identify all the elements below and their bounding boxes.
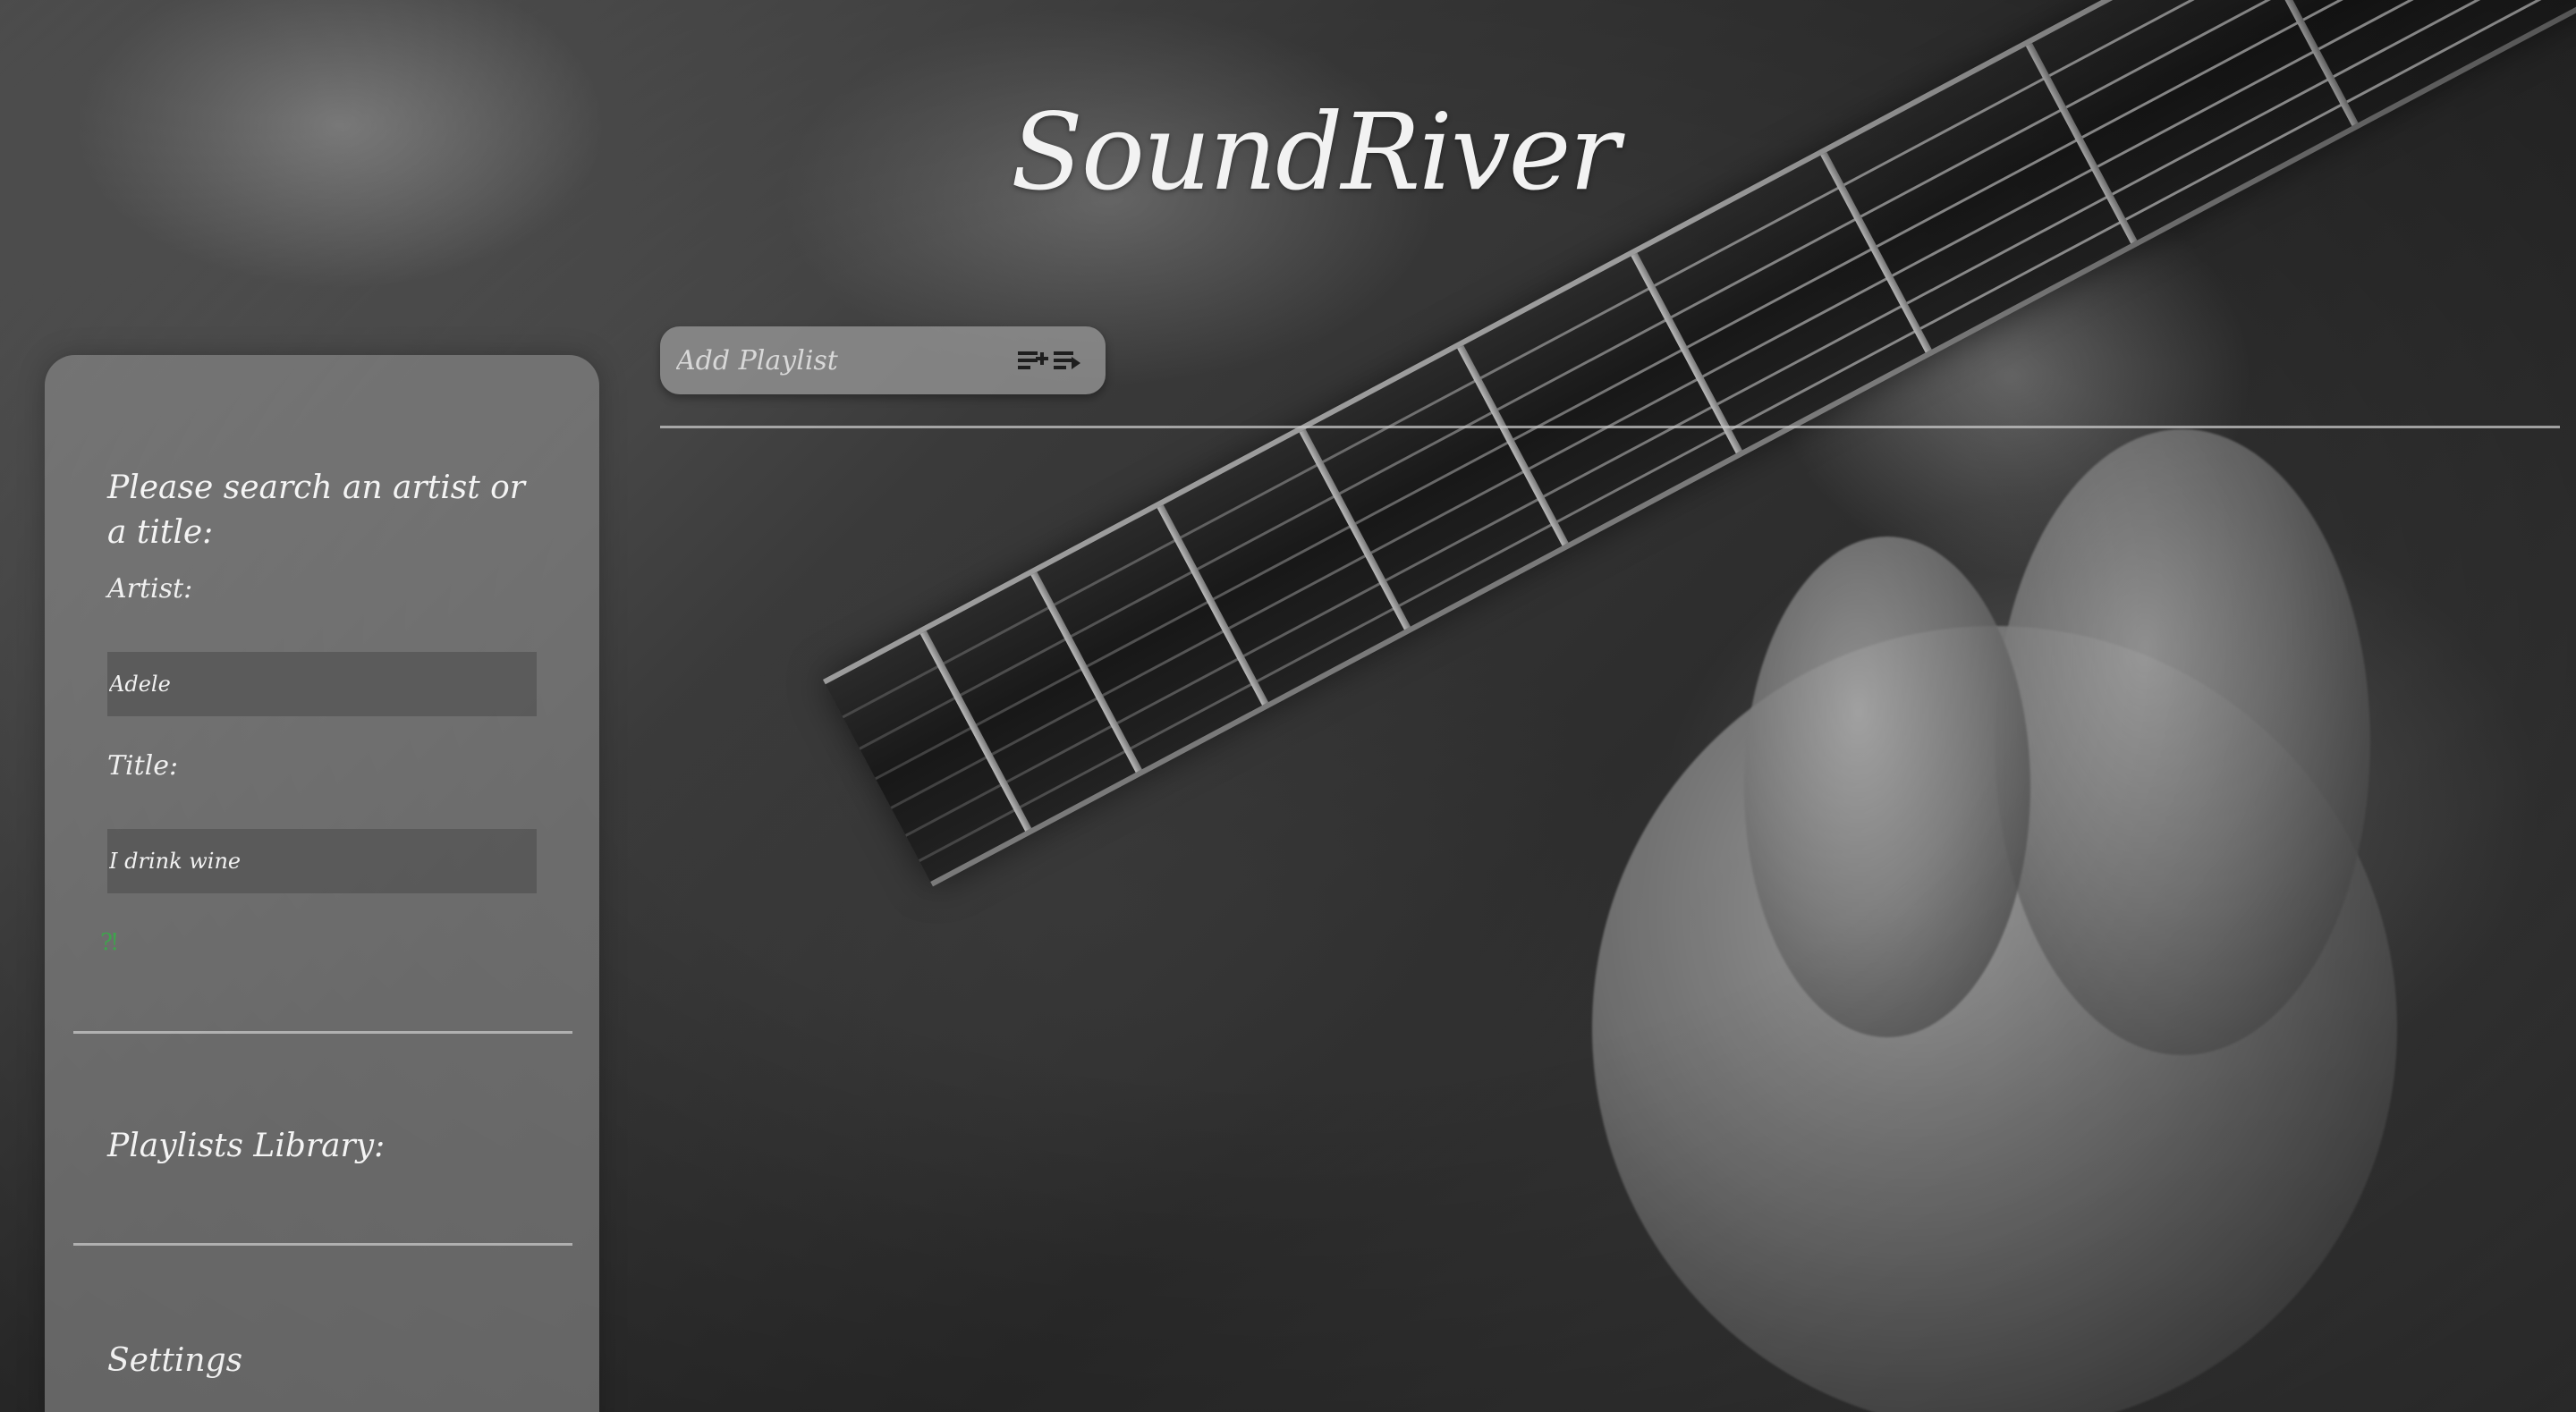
app-logo: SoundRiver: [1011, 90, 1620, 214]
playlist-add-icon[interactable]: [1016, 344, 1048, 376]
content-divider: [660, 426, 2560, 428]
search-icon[interactable]: ⁈: [100, 925, 127, 960]
title-label: Title:: [107, 750, 179, 782]
sidebar-divider: [73, 1243, 572, 1246]
app-window: SoundRiver Please search an artist or a …: [0, 0, 2576, 1412]
playlist-play-icon[interactable]: [1052, 344, 1080, 376]
settings-link[interactable]: Settings: [107, 1342, 242, 1379]
add-playlist-bar: [660, 326, 1106, 394]
add-playlist-input[interactable]: [674, 343, 1007, 377]
title-input[interactable]: [107, 829, 537, 893]
sidebar-divider: [73, 1031, 572, 1034]
artist-label: Artist:: [107, 573, 193, 605]
playlists-library-heading: Playlists Library:: [107, 1128, 386, 1164]
search-heading: Please search an artist or a title:: [107, 469, 525, 551]
sidebar: Please search an artist or a title: Arti…: [45, 355, 599, 1412]
artist-input[interactable]: [107, 652, 537, 716]
